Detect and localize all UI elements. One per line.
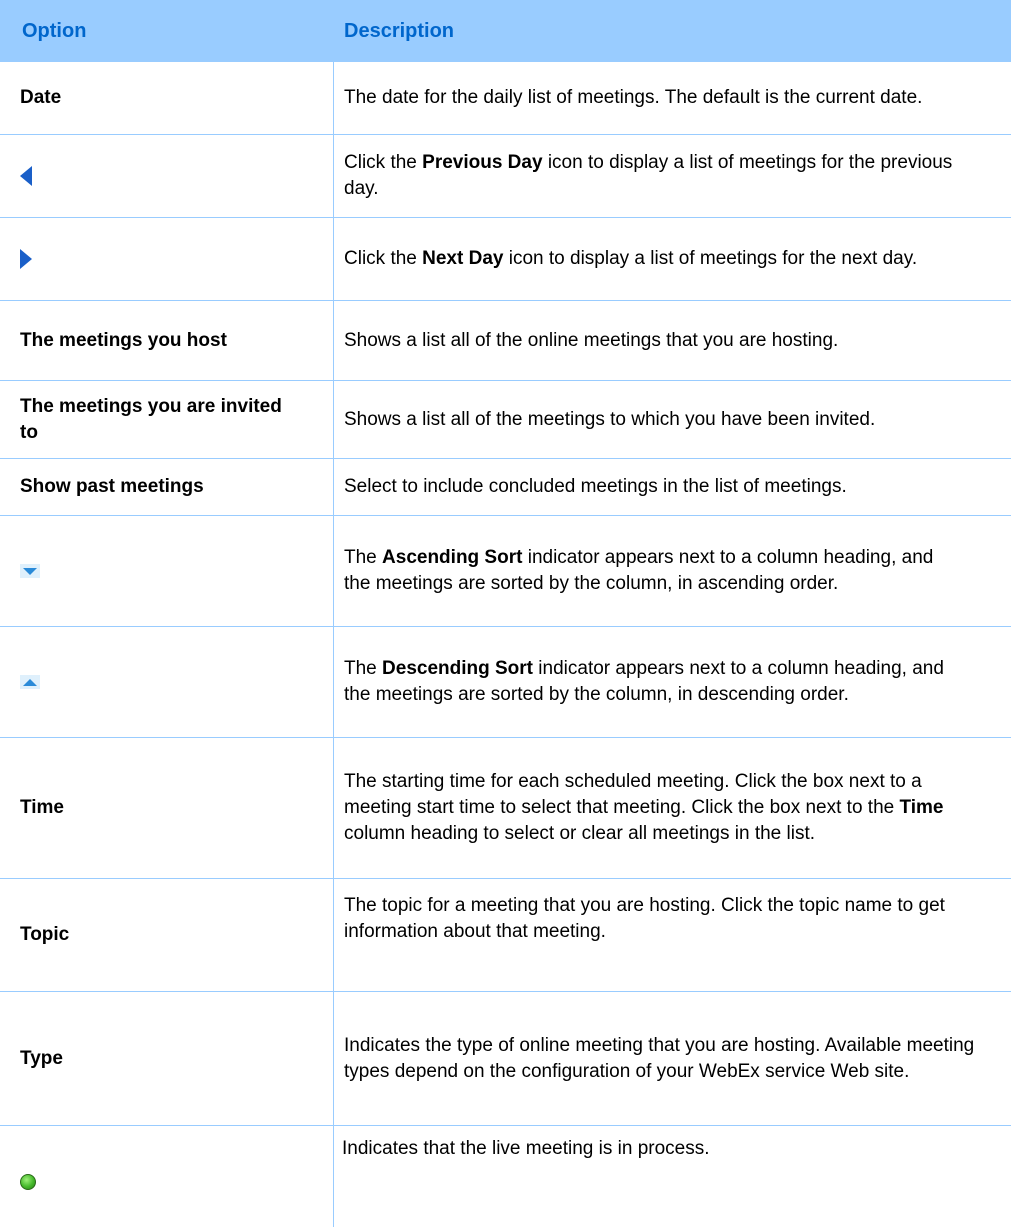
table-row: The Ascending Sort indicator appears nex… [0,516,1011,627]
description-meetings-you-host: Shows a list all of the online meetings … [344,329,839,351]
table-row: Time The starting time for each schedule… [0,738,1011,879]
description-ascending-sort: The Ascending Sort indicator appears nex… [344,547,934,594]
ascending-sort-icon [20,564,40,578]
description-column-header: Description [344,20,455,42]
option-topic: Topic [20,924,70,945]
table-row: Show past meetings Select to include con… [0,459,1011,516]
table-row: Click the Next Day icon to display a lis… [0,218,1011,301]
table-row: Date The date for the daily list of meet… [0,62,1011,135]
description-date: The date for the daily list of meetings.… [344,87,923,108]
option-live-meeting [20,1126,320,1227]
option-meetings-you-host: The meetings you host [20,329,227,351]
live-meeting-icon [20,1174,36,1190]
descending-sort-icon [20,675,40,689]
description-time: The starting time for each scheduled mee… [344,771,944,844]
option-time: Time [20,797,65,818]
option-meetings-invited-to: The meetings you are invited to [20,395,282,443]
previous-day-icon [20,166,32,186]
table-row: Topic The topic for a meeting that you a… [0,879,1011,992]
description-meetings-invited-to: Shows a list all of the meetings to whic… [344,408,876,430]
option-column-header: Option [22,20,87,42]
option-next-day [20,218,320,300]
option-show-past-meetings: Show past meetings [20,476,204,497]
description-descending-sort: The Descending Sort indicator appears ne… [344,658,944,705]
next-day-icon [20,249,32,269]
option-type: Type [20,1047,63,1069]
description-next-day: Click the Next Day icon to display a lis… [344,248,918,269]
description-show-past-meetings: Select to include concluded meetings in … [344,476,847,497]
description-previous-day: Click the Previous Day icon to display a… [344,152,953,199]
table-row: The meetings you are invited to Shows a … [0,381,1011,459]
option-previous-day [20,135,320,217]
option-ascending-sort [20,516,320,626]
table-header: Option Description [0,0,1011,62]
option-date: Date [20,87,62,108]
description-topic: The topic for a meeting that you are hos… [344,895,945,942]
option-descending-sort [20,627,320,737]
table-row: The meetings you host Shows a list all o… [0,301,1011,381]
description-live-meeting: Indicates that the live meeting is in pr… [342,1138,710,1159]
table-row: Indicates that the live meeting is in pr… [0,1126,1011,1227]
table-row: Click the Previous Day icon to display a… [0,135,1011,218]
description-type: Indicates the type of online meeting tha… [344,1034,975,1082]
table-row: Type Indicates the type of online meetin… [0,992,1011,1126]
table-row: The Descending Sort indicator appears ne… [0,627,1011,738]
options-table: Option Description Date The date for the… [0,0,1011,1227]
